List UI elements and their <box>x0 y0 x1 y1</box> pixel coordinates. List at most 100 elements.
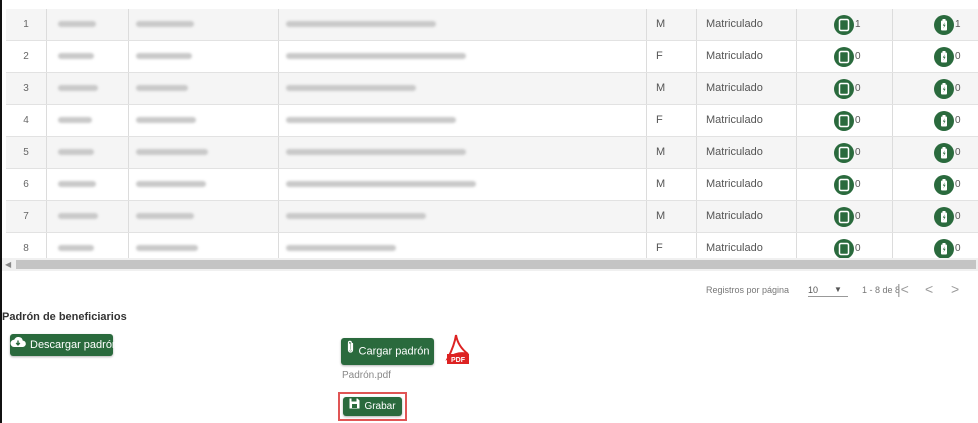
battery-count: 0 <box>955 51 961 62</box>
column-divider <box>46 41 47 72</box>
column-divider <box>46 201 47 232</box>
column-divider <box>278 137 279 168</box>
column-divider <box>128 73 129 104</box>
battery-icon[interactable] <box>934 206 954 227</box>
student-sex: M <box>656 178 666 190</box>
tablet-cell[interactable]: 0 <box>834 169 894 200</box>
column-divider <box>46 105 47 136</box>
student-id-redacted <box>136 73 246 104</box>
student-sex: M <box>656 18 666 30</box>
download-roster-button[interactable]: Descargar padrón <box>10 334 118 356</box>
column-divider <box>278 105 279 136</box>
students-table: 1 M Matriculado 1 1 2 F Matriculado 0 0 3 M Matricul… <box>6 9 978 265</box>
battery-count: 0 <box>955 147 961 158</box>
upload-label: Cargar padrón <box>358 345 430 358</box>
tablet-icon[interactable] <box>834 78 854 99</box>
enrollment-status: Matriculado <box>706 18 763 30</box>
column-divider <box>796 41 797 72</box>
battery-icon[interactable] <box>934 110 954 131</box>
tablet-icon[interactable] <box>834 110 854 131</box>
student-id-redacted <box>136 169 246 200</box>
window-border <box>0 0 2 423</box>
floppy-disk-icon <box>349 397 360 416</box>
column-divider <box>646 105 647 136</box>
battery-icon[interactable] <box>934 78 954 99</box>
tablet-icon[interactable] <box>834 174 854 195</box>
column-divider <box>128 9 129 40</box>
battery-cell[interactable]: 0 <box>934 137 978 168</box>
battery-count: 0 <box>955 243 961 254</box>
enrollment-status: Matriculado <box>706 178 763 190</box>
column-divider <box>796 201 797 232</box>
column-divider <box>696 105 697 136</box>
student-sex: F <box>656 50 663 62</box>
table-row[interactable]: 5 M Matriculado 0 0 <box>6 137 978 169</box>
horizontal-scrollbar[interactable]: ◀ <box>2 258 978 271</box>
tablet-cell[interactable]: 0 <box>834 105 894 136</box>
tablet-count: 0 <box>855 115 861 126</box>
tablet-icon[interactable] <box>834 46 854 67</box>
table-row[interactable]: 7 M Matriculado 0 0 <box>6 201 978 233</box>
save-label: Grabar <box>364 401 396 413</box>
student-name-redacted <box>286 73 606 104</box>
tablet-cell[interactable]: 1 <box>834 9 894 40</box>
tablet-cell[interactable]: 0 <box>834 73 894 104</box>
battery-cell[interactable]: 0 <box>934 105 978 136</box>
column-divider <box>796 73 797 104</box>
table-row[interactable]: 1 M Matriculado 1 1 <box>6 9 978 41</box>
battery-icon[interactable] <box>934 238 954 259</box>
per-page-select[interactable]: 10 <box>808 280 818 300</box>
table-row[interactable]: 2 F Matriculado 0 0 <box>6 41 978 73</box>
battery-cell[interactable]: 0 <box>934 41 978 72</box>
battery-icon[interactable] <box>934 14 954 35</box>
student-name-redacted <box>286 105 606 136</box>
column-divider <box>128 105 129 136</box>
column-divider <box>696 201 697 232</box>
scroll-left-icon[interactable]: ◀ <box>5 258 11 271</box>
battery-icon[interactable] <box>934 142 954 163</box>
table-row[interactable]: 6 M Matriculado 0 0 <box>6 169 978 201</box>
tablet-count: 0 <box>855 211 861 222</box>
select-underline <box>808 296 848 297</box>
student-name-redacted <box>286 201 606 232</box>
per-page-label: Registros por página <box>706 285 790 295</box>
row-number: 6 <box>23 179 29 190</box>
chevron-down-icon[interactable]: ▼ <box>834 280 842 300</box>
upload-roster-button[interactable]: Cargar padrón <box>341 338 434 365</box>
battery-cell[interactable]: 1 <box>934 9 978 40</box>
battery-icon[interactable] <box>934 46 954 67</box>
tablet-icon[interactable] <box>834 206 854 227</box>
scrollbar-thumb[interactable] <box>16 260 976 269</box>
student-id-redacted <box>136 41 246 72</box>
row-number: 1 <box>23 19 29 30</box>
student-sex: F <box>656 114 663 126</box>
battery-cell[interactable]: 0 <box>934 201 978 232</box>
tablet-icon[interactable] <box>834 142 854 163</box>
uploaded-file-name[interactable]: Padrón.pdf <box>342 370 391 381</box>
column-divider <box>46 9 47 40</box>
row-number: 5 <box>23 147 29 158</box>
column-divider <box>796 9 797 40</box>
battery-cell[interactable]: 0 <box>934 169 978 200</box>
app-frame: 1 M Matriculado 1 1 2 F Matriculado 0 0 3 M Matricul… <box>0 0 978 423</box>
table-row[interactable]: 3 M Matriculado 0 0 <box>6 73 978 105</box>
next-page-button[interactable]: > <box>951 280 959 300</box>
save-button[interactable]: Grabar <box>343 397 402 416</box>
column-divider <box>278 41 279 72</box>
prev-page-button[interactable]: < <box>925 280 933 300</box>
row-number: 7 <box>23 211 29 222</box>
table-row[interactable]: 4 F Matriculado 0 0 <box>6 105 978 137</box>
tablet-cell[interactable]: 0 <box>834 137 894 168</box>
pdf-file-icon[interactable]: PDF <box>443 332 473 366</box>
student-name-redacted <box>286 9 606 40</box>
tablet-cell[interactable]: 0 <box>834 201 894 232</box>
first-page-button[interactable]: |< <box>897 280 909 300</box>
tablet-icon[interactable] <box>834 238 854 259</box>
column-divider <box>46 169 47 200</box>
column-divider <box>696 41 697 72</box>
battery-icon[interactable] <box>934 174 954 195</box>
tablet-icon[interactable] <box>834 14 854 35</box>
battery-cell[interactable]: 0 <box>934 73 978 104</box>
enrollment-status: Matriculado <box>706 82 763 94</box>
tablet-cell[interactable]: 0 <box>834 41 894 72</box>
